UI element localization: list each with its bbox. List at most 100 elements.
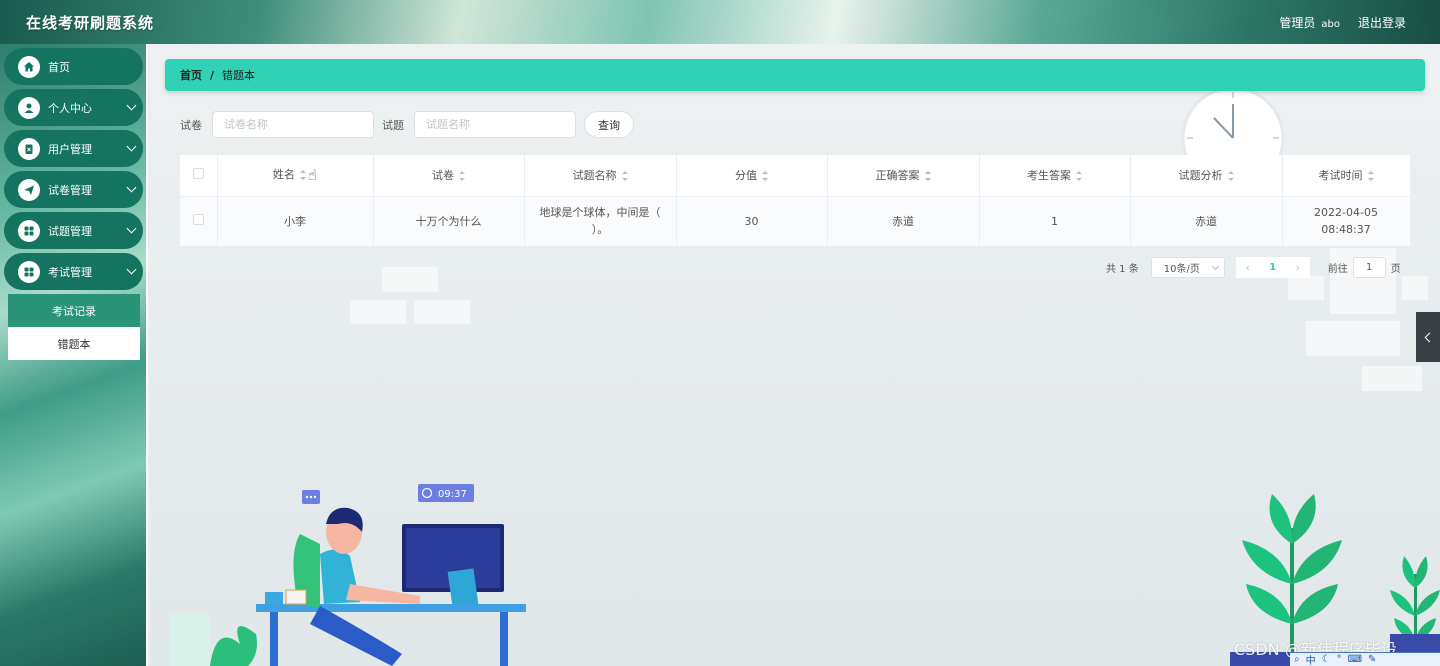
sidebar-item-label: 用户管理 <box>48 142 92 156</box>
goto-page-input[interactable]: 1 <box>1352 257 1386 278</box>
user-icon <box>18 96 40 119</box>
chevron-down-icon <box>126 141 137 152</box>
sidebar-item-profile[interactable]: 个人中心 <box>4 89 143 126</box>
cell-score: 30 <box>676 196 828 246</box>
table-header-row: 姓名 ☝ 试卷 试题名称 分值 正确答案 考生答案 试题分析 考试时间 <box>180 155 1411 197</box>
sort-icon[interactable] <box>621 171 628 182</box>
chevron-down-icon <box>1211 262 1219 270</box>
sidebar-item-paper-management[interactable]: 试卷管理 <box>4 171 143 208</box>
person-at-desk-illustration: 09:37 <box>170 484 526 666</box>
clock-badge-text: 09:37 <box>438 489 467 500</box>
sort-icon[interactable] <box>924 171 931 182</box>
cell-student-answer: 1 <box>979 196 1131 246</box>
goto-label: 前往 <box>1327 264 1348 275</box>
column-header-label: 考生答案 <box>1027 169 1071 183</box>
user-role: 管理员 <box>1279 15 1316 30</box>
search-icon[interactable]: ⌕ <box>1294 654 1300 665</box>
clipboard-icon <box>18 137 40 160</box>
wrench-icon[interactable]: ✎ <box>1368 654 1376 665</box>
table-row[interactable]: 小李 十万个为什么 地球是个球体，中间是（ ）。 30 赤道 1 赤道 2022… <box>180 196 1411 246</box>
question-name-input[interactable] <box>414 111 576 138</box>
column-header-name[interactable]: 姓名 ☝ <box>217 155 374 197</box>
paper-name-input[interactable] <box>212 111 374 138</box>
row-checkbox[interactable] <box>192 213 204 225</box>
sidebar-item-label: 首页 <box>48 60 70 74</box>
breadcrumb-current: 错题本 <box>222 69 256 82</box>
chevron-down-icon <box>126 264 137 275</box>
select-all-cell <box>180 155 218 197</box>
column-header-score[interactable]: 分值 <box>676 155 828 197</box>
app-title: 在线考研刷题系统 <box>26 13 155 32</box>
grid-icon <box>18 260 40 283</box>
sidebar-item-label: 试卷管理 <box>48 183 92 197</box>
background-tile <box>414 300 470 324</box>
chevron-down-icon <box>126 223 137 234</box>
page-size-select[interactable]: 10条/页 <box>1150 257 1225 278</box>
sidebar-item-question-management[interactable]: 试题管理 <box>4 212 143 249</box>
header-user-area: 管理员 abo 退出登录 <box>1279 14 1406 31</box>
background-tile <box>1402 276 1428 300</box>
total-count: 共 1 条 <box>1106 264 1139 275</box>
sort-icon[interactable] <box>1076 171 1082 182</box>
sidebar-item-user-management[interactable]: 用户管理 <box>4 130 143 167</box>
main-content: 09:37 首页 / 错题本 试卷 试卷名称 试题 试题名称 查询 姓名 ☝ 试… <box>150 44 1440 666</box>
username: abo <box>1321 18 1340 30</box>
chevron-left-icon <box>1424 332 1435 342</box>
column-header-exam-time[interactable]: 考试时间 <box>1282 155 1411 197</box>
cell-paper: 十万个为什么 <box>373 196 525 246</box>
column-header-student-answer[interactable]: 考生答案 <box>979 155 1131 197</box>
sidebar-item-exam-management[interactable]: 考试管理 <box>4 253 143 290</box>
side-panel-toggle[interactable] <box>1416 312 1440 362</box>
submenu-item-exam-records[interactable]: 考试记录 <box>8 294 140 327</box>
background-tile <box>1362 366 1422 391</box>
wrong-questions-table: 姓名 ☝ 试卷 试题名称 分值 正确答案 考生答案 试题分析 考试时间 小李 十万… <box>180 155 1411 246</box>
page-number[interactable]: 1 <box>1269 262 1276 273</box>
paper-label: 试卷 <box>180 118 202 132</box>
select-all-checkbox[interactable] <box>192 168 204 180</box>
logout-button[interactable]: 退出登录 <box>1358 14 1406 31</box>
ime-toolbar: ⌕ 中 ☾ ° ⌨ ✎ <box>1290 652 1440 666</box>
grid-icon <box>18 219 40 242</box>
sidebar-item-home[interactable]: 首页 <box>4 48 143 85</box>
prev-page-icon[interactable]: ‹ <box>1245 261 1249 274</box>
column-header-correct-answer[interactable]: 正确答案 <box>827 155 980 197</box>
page-jumper: 前往 1 页 <box>1328 257 1401 278</box>
submenu-item-wrong-questions[interactable]: 错题本 <box>8 327 140 360</box>
hand-cursor-icon: ☝ <box>307 166 318 185</box>
ime-chinese-icon[interactable]: 中 <box>1306 652 1316 666</box>
page-unit-label: 页 <box>1390 264 1401 275</box>
chevron-down-icon <box>126 100 137 111</box>
sort-icon[interactable] <box>762 171 768 182</box>
sort-icon[interactable] <box>1227 171 1234 182</box>
cell-name: 小李 <box>217 196 374 246</box>
sidebar: 首页 个人中心 用户管理 试卷管理 试题管理 考试管理 考试记录 错题本 <box>0 44 148 666</box>
chevron-down-icon <box>126 182 137 193</box>
send-icon <box>18 178 40 201</box>
column-header-label: 试题分析 <box>1178 169 1223 183</box>
question-label: 试题 <box>382 118 404 132</box>
breadcrumb-home[interactable]: 首页 <box>180 67 202 83</box>
cell-correct-answer: 赤道 <box>827 196 980 246</box>
wall-clock-illustration <box>1181 88 1285 158</box>
column-header-question[interactable]: 试题名称 <box>524 155 677 197</box>
row-select-cell <box>180 196 218 246</box>
sort-icon[interactable] <box>459 171 465 182</box>
background-tile <box>1306 321 1400 356</box>
sidebar-item-label: 个人中心 <box>48 101 92 115</box>
next-page-icon[interactable]: › <box>1296 261 1300 274</box>
column-header-paper[interactable]: 试卷 <box>373 155 525 197</box>
column-header-analysis[interactable]: 试题分析 <box>1130 155 1283 197</box>
keyboard-icon[interactable]: ⌨ <box>1348 654 1362 665</box>
search-bar: 试卷 试题 查询 <box>180 111 634 138</box>
background-tile <box>350 300 406 324</box>
sidebar-item-label: 考试管理 <box>48 265 92 279</box>
page-nav: ‹ 1 › <box>1235 257 1310 278</box>
sort-icon[interactable] <box>1367 171 1374 182</box>
search-button[interactable]: 查询 <box>584 111 634 138</box>
column-header-label: 姓名 <box>272 168 295 182</box>
punctuation-icon[interactable]: ° <box>1337 654 1342 665</box>
moon-icon[interactable]: ☾ <box>1322 654 1331 665</box>
home-icon <box>18 55 40 78</box>
column-header-label: 正确答案 <box>875 169 920 183</box>
sort-icon[interactable] <box>299 170 306 181</box>
